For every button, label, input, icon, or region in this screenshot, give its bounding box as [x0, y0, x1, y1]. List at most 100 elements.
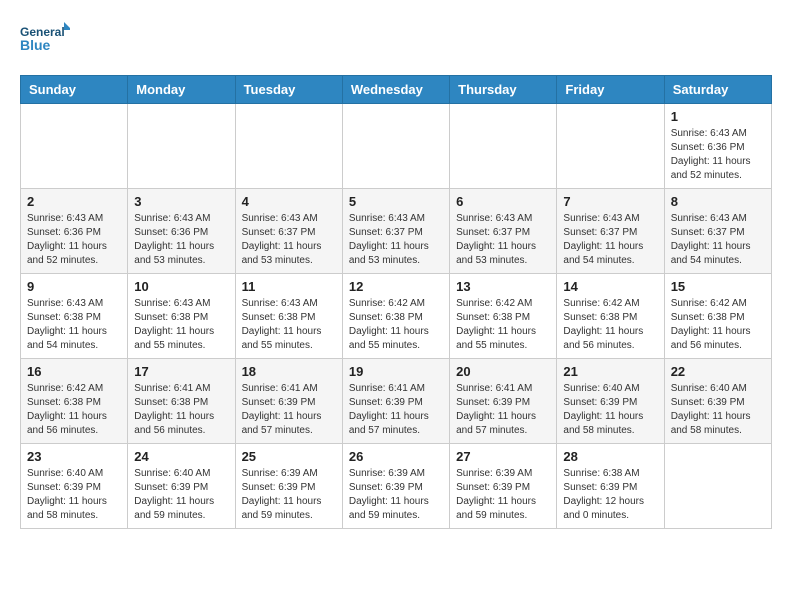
calendar-cell: 4Sunrise: 6:43 AM Sunset: 6:37 PM Daylig…	[235, 189, 342, 274]
calendar-cell: 17 Sunrise: 6:41 AM Sunset: 6:38 PM Dayli…	[128, 359, 235, 444]
calendar-cell: 5 Sunrise: 6:43 AM Sunset: 6:37 PM Daylig…	[342, 189, 449, 274]
page-header: General Blue	[20, 20, 772, 65]
day-info: Sunrise: 6:43 AM Sunset: 6:36 PM Dayligh…	[134, 212, 228, 268]
day-number: 14	[563, 279, 657, 294]
calendar-week-row: 16 Sunrise: 6:42 AM Sunset: 6:38 PM Dayli…	[21, 359, 772, 444]
calendar-week-row: 23 Sunrise: 6:40 AM Sunset: 6:39 PM Dayli…	[21, 444, 772, 529]
day-info: Sunrise: 6:39 AM Sunset: 6:39 PM Dayligh…	[349, 467, 443, 523]
day-number: 26	[349, 449, 443, 464]
day-info: Sunrise: 6:39 AM Sunset: 6:39 PM Dayligh…	[456, 467, 550, 523]
calendar-cell: 21Sunrise: 6:40 AM Sunset: 6:39 PM Dayli…	[557, 359, 664, 444]
day-number: 23	[27, 449, 121, 464]
calendar-cell	[342, 104, 449, 189]
calendar-cell: 2Sunrise: 6:43 AM Sunset: 6:36 PM Daylig…	[21, 189, 128, 274]
day-info: Sunrise: 6:43 AM Sunset: 6:37 PM Dayligh…	[349, 212, 443, 268]
calendar-week-row: 2 Sunrise: 6:43 AM Sunset: 6:36 PM Daylig…	[21, 189, 772, 274]
day-info: Sunrise: 6:42 AM Sunset: 6:38 PM Dayligh…	[27, 382, 121, 438]
day-number: 25	[242, 449, 336, 464]
calendar-cell	[128, 104, 235, 189]
day-number: 15	[671, 279, 765, 294]
weekday-header: Saturday	[664, 76, 771, 104]
day-number: 5	[349, 194, 443, 209]
day-number: 11	[242, 279, 336, 294]
day-number: 27	[456, 449, 550, 464]
day-number: 3	[134, 194, 228, 209]
calendar-cell	[21, 104, 128, 189]
day-number: 20	[456, 364, 550, 379]
calendar-cell: 10 Sunrise: 6:43 AM Sunset: 6:38 PM Dayli…	[128, 274, 235, 359]
day-info: Sunrise: 6:42 AM Sunset: 6:38 PM Dayligh…	[456, 297, 550, 353]
weekday-header: Friday	[557, 76, 664, 104]
calendar-cell: 8 Sunrise: 6:43 AM Sunset: 6:37 PM Daylig…	[664, 189, 771, 274]
calendar-cell: 27 Sunrise: 6:39 AM Sunset: 6:39 PM Dayli…	[450, 444, 557, 529]
day-number: 13	[456, 279, 550, 294]
svg-text:Blue: Blue	[20, 37, 51, 53]
calendar-cell: 28 Sunrise: 6:38 AM Sunset: 6:39 PM Dayli…	[557, 444, 664, 529]
calendar-cell: 12 Sunrise: 6:42 AM Sunset: 6:38 PM Dayli…	[342, 274, 449, 359]
day-number: 17	[134, 364, 228, 379]
day-number: 9	[27, 279, 121, 294]
calendar-cell: 9 Sunrise: 6:43 AM Sunset: 6:38 PM Daylig…	[21, 274, 128, 359]
calendar-cell	[664, 444, 771, 529]
day-number: 28	[563, 449, 657, 464]
calendar-cell: 23 Sunrise: 6:40 AM Sunset: 6:39 PM Dayli…	[21, 444, 128, 529]
calendar-cell: 16 Sunrise: 6:42 AM Sunset: 6:38 PM Dayli…	[21, 359, 128, 444]
logo: General Blue	[20, 20, 70, 65]
calendar-cell: 13 Sunrise: 6:42 AM Sunset: 6:38 PM Dayli…	[450, 274, 557, 359]
day-info: Sunrise: 6:38 AM Sunset: 6:39 PM Dayligh…	[563, 467, 657, 523]
calendar-cell: 7Sunrise: 6:43 AM Sunset: 6:37 PM Daylig…	[557, 189, 664, 274]
calendar-cell: 24 Sunrise: 6:40 AM Sunset: 6:39 PM Dayli…	[128, 444, 235, 529]
calendar-cell: 19 Sunrise: 6:41 AM Sunset: 6:39 PM Dayli…	[342, 359, 449, 444]
day-number: 6	[456, 194, 550, 209]
calendar-cell	[450, 104, 557, 189]
calendar-cell: 14Sunrise: 6:42 AM Sunset: 6:38 PM Dayli…	[557, 274, 664, 359]
day-info: Sunrise: 6:42 AM Sunset: 6:38 PM Dayligh…	[671, 297, 765, 353]
day-info: Sunrise: 6:43 AM Sunset: 6:37 PM Dayligh…	[563, 212, 657, 268]
day-number: 1	[671, 109, 765, 124]
calendar-cell: 26 Sunrise: 6:39 AM Sunset: 6:39 PM Dayli…	[342, 444, 449, 529]
day-number: 12	[349, 279, 443, 294]
calendar-cell: 25 Sunrise: 6:39 AM Sunset: 6:39 PM Dayli…	[235, 444, 342, 529]
calendar-cell: 20 Sunrise: 6:41 AM Sunset: 6:39 PM Dayli…	[450, 359, 557, 444]
day-info: Sunrise: 6:43 AM Sunset: 6:37 PM Dayligh…	[671, 212, 765, 268]
weekday-header: Wednesday	[342, 76, 449, 104]
day-info: Sunrise: 6:43 AM Sunset: 6:38 PM Dayligh…	[27, 297, 121, 353]
day-info: Sunrise: 6:43 AM Sunset: 6:36 PM Dayligh…	[671, 127, 765, 183]
weekday-header: Sunday	[21, 76, 128, 104]
day-info: Sunrise: 6:40 AM Sunset: 6:39 PM Dayligh…	[27, 467, 121, 523]
day-number: 2	[27, 194, 121, 209]
logo-svg: General Blue	[20, 20, 70, 65]
calendar-cell: 3 Sunrise: 6:43 AM Sunset: 6:36 PM Daylig…	[128, 189, 235, 274]
day-info: Sunrise: 6:40 AM Sunset: 6:39 PM Dayligh…	[671, 382, 765, 438]
day-info: Sunrise: 6:41 AM Sunset: 6:39 PM Dayligh…	[349, 382, 443, 438]
day-info: Sunrise: 6:40 AM Sunset: 6:39 PM Dayligh…	[134, 467, 228, 523]
day-info: Sunrise: 6:41 AM Sunset: 6:39 PM Dayligh…	[456, 382, 550, 438]
calendar-table: SundayMondayTuesdayWednesdayThursdayFrid…	[20, 75, 772, 529]
calendar-cell: 15 Sunrise: 6:42 AM Sunset: 6:38 PM Dayli…	[664, 274, 771, 359]
day-number: 24	[134, 449, 228, 464]
day-number: 16	[27, 364, 121, 379]
day-info: Sunrise: 6:39 AM Sunset: 6:39 PM Dayligh…	[242, 467, 336, 523]
day-number: 19	[349, 364, 443, 379]
calendar-week-row: 9 Sunrise: 6:43 AM Sunset: 6:38 PM Daylig…	[21, 274, 772, 359]
day-info: Sunrise: 6:41 AM Sunset: 6:38 PM Dayligh…	[134, 382, 228, 438]
calendar-cell: 6 Sunrise: 6:43 AM Sunset: 6:37 PM Daylig…	[450, 189, 557, 274]
day-number: 8	[671, 194, 765, 209]
calendar-cell: 11 Sunrise: 6:43 AM Sunset: 6:38 PM Dayli…	[235, 274, 342, 359]
calendar-cell: 18Sunrise: 6:41 AM Sunset: 6:39 PM Dayli…	[235, 359, 342, 444]
weekday-header: Thursday	[450, 76, 557, 104]
day-number: 10	[134, 279, 228, 294]
day-number: 4	[242, 194, 336, 209]
day-info: Sunrise: 6:41 AM Sunset: 6:39 PM Dayligh…	[242, 382, 336, 438]
weekday-header: Tuesday	[235, 76, 342, 104]
calendar-cell	[557, 104, 664, 189]
day-number: 21	[563, 364, 657, 379]
calendar-header-row: SundayMondayTuesdayWednesdayThursdayFrid…	[21, 76, 772, 104]
day-info: Sunrise: 6:43 AM Sunset: 6:38 PM Dayligh…	[242, 297, 336, 353]
day-info: Sunrise: 6:42 AM Sunset: 6:38 PM Dayligh…	[349, 297, 443, 353]
calendar-week-row: 1 Sunrise: 6:43 AM Sunset: 6:36 PM Daylig…	[21, 104, 772, 189]
calendar-cell	[235, 104, 342, 189]
calendar-cell: 1 Sunrise: 6:43 AM Sunset: 6:36 PM Daylig…	[664, 104, 771, 189]
day-info: Sunrise: 6:43 AM Sunset: 6:37 PM Dayligh…	[456, 212, 550, 268]
day-info: Sunrise: 6:43 AM Sunset: 6:38 PM Dayligh…	[134, 297, 228, 353]
